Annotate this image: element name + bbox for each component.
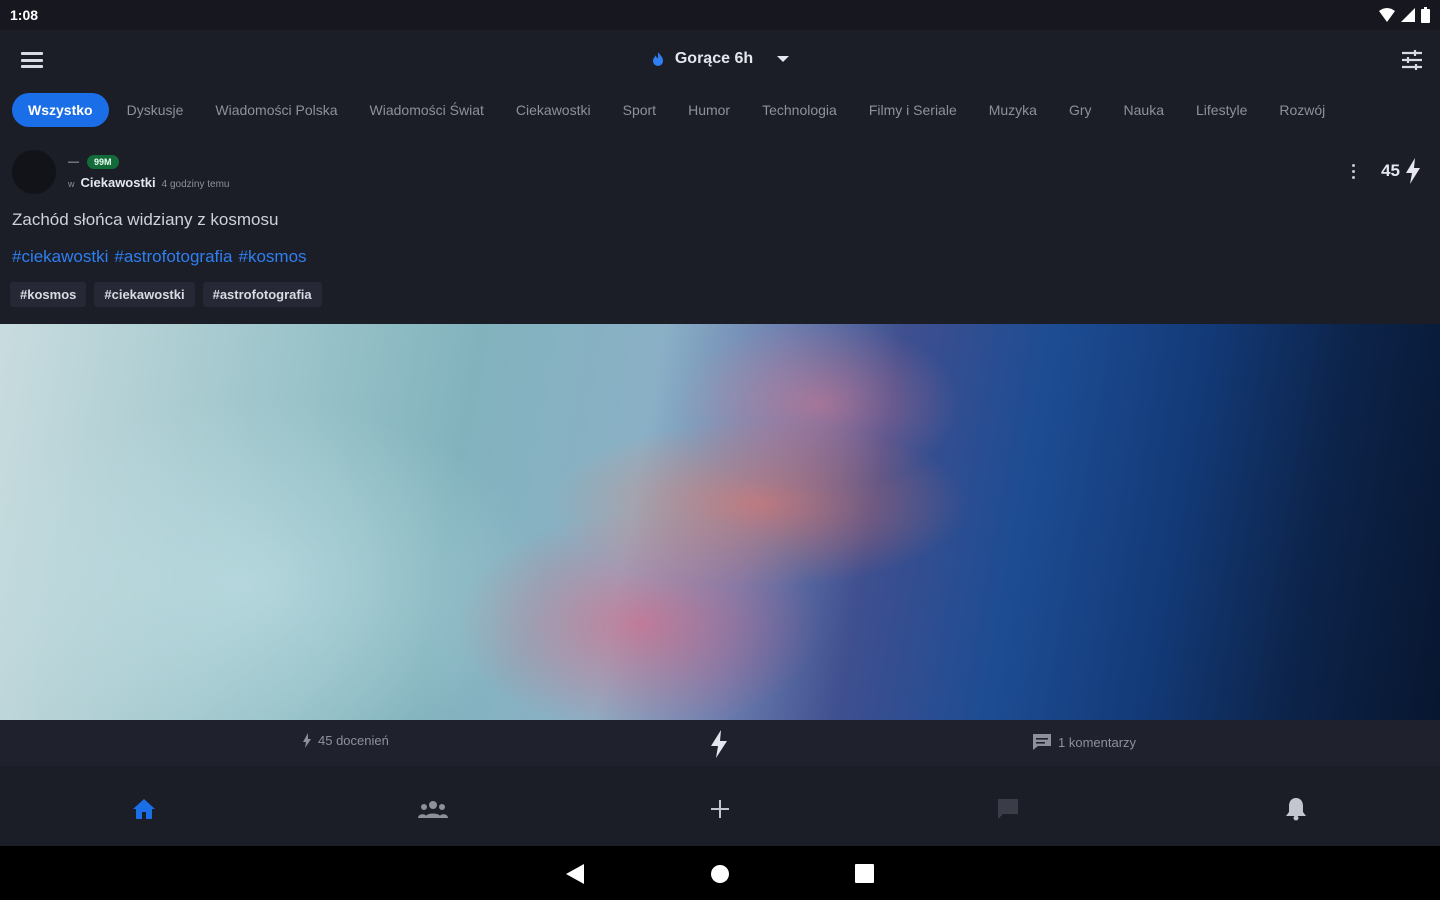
- post-header: — 99M w Ciekawostki 4 godziny temu: [12, 150, 229, 194]
- post-actions: 45: [1352, 158, 1422, 184]
- avatar[interactable]: [12, 150, 56, 194]
- community-link[interactable]: Ciekawostki: [81, 175, 156, 190]
- post-hashtags: #ciekawostki #astrofotografia #kosmos: [12, 247, 307, 267]
- wifi-icon: [1379, 8, 1395, 22]
- lightning-icon: [1406, 158, 1420, 184]
- score-value: 45: [1381, 161, 1400, 180]
- comment-icon: [1033, 734, 1051, 750]
- status-bar: 1:08: [0, 0, 1440, 30]
- filter-settings-icon[interactable]: [1398, 46, 1426, 74]
- post-image[interactable]: [0, 324, 1440, 720]
- tab-rozwoj[interactable]: Rozwój: [1263, 93, 1341, 127]
- signal-icon: [1401, 8, 1415, 22]
- lightning-icon: [303, 733, 311, 748]
- top-app-bar: Gorące 6h: [0, 30, 1440, 88]
- post-footer: 45 docenień 1 komentarzy: [0, 720, 1440, 766]
- menu-button[interactable]: [18, 48, 46, 72]
- feed-selector[interactable]: Gorące 6h: [651, 50, 790, 68]
- recents-square-icon[interactable]: [855, 864, 874, 883]
- tag-chip[interactable]: #ciekawostki: [94, 282, 195, 307]
- community-prefix: w: [68, 178, 75, 189]
- tab-wiadomosci-swiat[interactable]: Wiadomości Świat: [354, 93, 500, 127]
- tag-chip[interactable]: #kosmos: [10, 282, 87, 307]
- post-meta: — 99M w Ciekawostki 4 godziny temu: [68, 154, 230, 190]
- tab-wiadomosci-polska[interactable]: Wiadomości Polska: [199, 93, 353, 127]
- feed-label: Gorące 6h: [674, 50, 754, 67]
- status-icons: [1379, 7, 1430, 23]
- hashtag-link[interactable]: #astrofotografia: [114, 247, 232, 267]
- tab-filmy-i-seriale[interactable]: Filmy i Seriale: [853, 93, 973, 127]
- bottom-navigation: [0, 772, 1440, 846]
- battery-icon: [1421, 7, 1430, 23]
- post-time: 4 godziny temu: [161, 178, 230, 190]
- notifications-bell-icon[interactable]: [1283, 796, 1309, 822]
- post-title: Zachód słońca widziany z kosmosu: [12, 210, 279, 229]
- post-score[interactable]: 45: [1381, 158, 1422, 184]
- home-circle-icon[interactable]: [710, 864, 730, 884]
- chat-icon[interactable]: [995, 796, 1021, 822]
- tab-dyskusje[interactable]: Dyskusje: [111, 93, 200, 127]
- system-navigation-bar: [0, 846, 1440, 900]
- tab-wszystko[interactable]: Wszystko: [12, 93, 109, 127]
- tab-sport[interactable]: Sport: [607, 93, 672, 127]
- tab-lifestyle[interactable]: Lifestyle: [1180, 93, 1263, 127]
- tab-gry[interactable]: Gry: [1053, 93, 1108, 127]
- tab-nauka[interactable]: Nauka: [1108, 93, 1180, 127]
- author-badge: 99M: [87, 154, 119, 169]
- hashtag-link[interactable]: #ciekawostki: [12, 247, 108, 267]
- tab-humor[interactable]: Humor: [672, 93, 746, 127]
- tab-ciekawostki[interactable]: Ciekawostki: [500, 93, 607, 127]
- hashtag-link[interactable]: #kosmos: [239, 247, 307, 267]
- comments-label: 1 komentarzy: [1058, 734, 1137, 750]
- home-icon[interactable]: [131, 796, 157, 822]
- flame-icon: [652, 52, 663, 66]
- add-icon[interactable]: [707, 796, 733, 822]
- comments-counter[interactable]: 1 komentarzy: [1032, 733, 1136, 751]
- likes-label: 45 docenień: [318, 733, 389, 748]
- category-tabs: Wszystko Dyskusje Wiadomości Polska Wiad…: [0, 88, 1440, 132]
- tab-muzyka[interactable]: Muzyka: [973, 93, 1053, 127]
- tag-chip[interactable]: #astrofotografia: [202, 282, 322, 307]
- post-tags: #kosmos #ciekawostki #astrofotografia: [10, 282, 322, 307]
- back-icon[interactable]: [566, 864, 584, 884]
- tab-technologia[interactable]: Technologia: [746, 93, 853, 127]
- chevron-down-icon: [777, 56, 790, 62]
- more-options-icon[interactable]: [1352, 163, 1356, 179]
- appreciate-button[interactable]: [709, 730, 729, 758]
- status-time: 1:08: [10, 7, 39, 23]
- likes-counter[interactable]: 45 docenień: [302, 733, 389, 748]
- author-name[interactable]: —: [68, 156, 79, 168]
- community-icon[interactable]: [418, 796, 448, 822]
